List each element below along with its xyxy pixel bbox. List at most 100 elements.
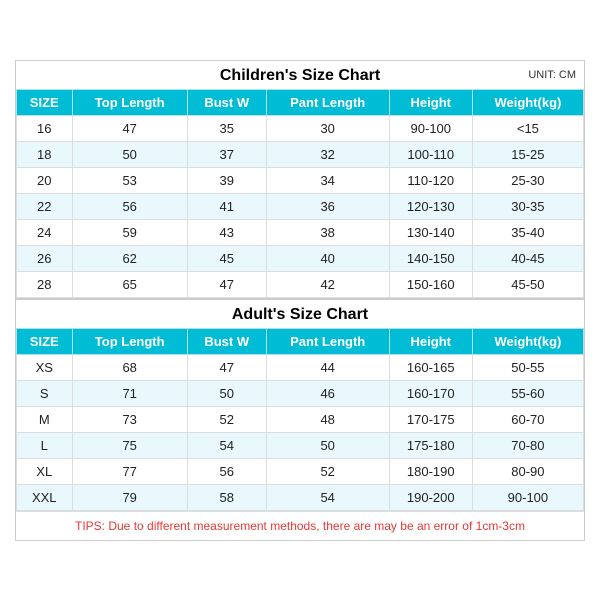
table-cell: 75 <box>72 432 187 458</box>
adult-header-top-length: Top Length <box>72 328 187 354</box>
header-weight: Weight(kg) <box>472 89 583 115</box>
table-row: 26624540140-15040-45 <box>17 245 584 271</box>
unit-label: UNIT: CM <box>528 69 576 81</box>
table-cell: 40 <box>266 245 389 271</box>
table-cell: 79 <box>72 484 187 510</box>
adult-header-size: SIZE <box>17 328 73 354</box>
table-cell: 20 <box>17 167 73 193</box>
table-cell: 44 <box>266 354 389 380</box>
table-cell: 32 <box>266 141 389 167</box>
table-cell: 50 <box>187 380 266 406</box>
table-cell: 160-165 <box>389 354 472 380</box>
adult-title-row: Adult's Size Chart <box>16 298 584 328</box>
table-cell: 45 <box>187 245 266 271</box>
table-cell: 30 <box>266 115 389 141</box>
table-cell: L <box>17 432 73 458</box>
table-row: M735248170-17560-70 <box>17 406 584 432</box>
table-cell: 18 <box>17 141 73 167</box>
table-cell: 52 <box>187 406 266 432</box>
table-cell: 58 <box>187 484 266 510</box>
table-cell: 175-180 <box>389 432 472 458</box>
table-row: 1647353090-100<15 <box>17 115 584 141</box>
table-cell: 110-120 <box>389 167 472 193</box>
children-header-row: SIZE Top Length Bust W Pant Length Heigh… <box>17 89 584 115</box>
adult-tbody: XS684744160-16550-55S715046160-17055-60M… <box>17 354 584 510</box>
table-row: XS684744160-16550-55 <box>17 354 584 380</box>
table-cell: 26 <box>17 245 73 271</box>
table-cell: 39 <box>187 167 266 193</box>
table-cell: <15 <box>472 115 583 141</box>
table-cell: 24 <box>17 219 73 245</box>
table-cell: 53 <box>72 167 187 193</box>
table-cell: 68 <box>72 354 187 380</box>
table-cell: 56 <box>187 458 266 484</box>
table-cell: 56 <box>72 193 187 219</box>
table-cell: 16 <box>17 115 73 141</box>
adult-header-bust-w: Bust W <box>187 328 266 354</box>
table-cell: 65 <box>72 271 187 297</box>
table-cell: 35 <box>187 115 266 141</box>
table-cell: 42 <box>266 271 389 297</box>
table-cell: 100-110 <box>389 141 472 167</box>
table-cell: 70-80 <box>472 432 583 458</box>
table-cell: 190-200 <box>389 484 472 510</box>
table-row: 22564136120-13030-35 <box>17 193 584 219</box>
table-cell: 77 <box>72 458 187 484</box>
table-cell: 43 <box>187 219 266 245</box>
adult-header-pant-length: Pant Length <box>266 328 389 354</box>
children-tbody: 1647353090-100<1518503732100-11015-25205… <box>17 115 584 297</box>
table-cell: 180-190 <box>389 458 472 484</box>
table-cell: 73 <box>72 406 187 432</box>
table-row: 20533934110-12025-30 <box>17 167 584 193</box>
table-cell: 50 <box>266 432 389 458</box>
table-cell: 62 <box>72 245 187 271</box>
table-row: 28654742150-16045-50 <box>17 271 584 297</box>
header-top-length: Top Length <box>72 89 187 115</box>
table-cell: 15-25 <box>472 141 583 167</box>
table-cell: 35-40 <box>472 219 583 245</box>
table-cell: XS <box>17 354 73 380</box>
table-cell: 90-100 <box>472 484 583 510</box>
table-cell: 28 <box>17 271 73 297</box>
tips-row: TIPS: Due to different measurement metho… <box>16 511 584 540</box>
table-row: S715046160-17055-60 <box>17 380 584 406</box>
adult-title: Adult's Size Chart <box>232 306 368 323</box>
table-cell: XL <box>17 458 73 484</box>
table-cell: 47 <box>187 271 266 297</box>
children-table: SIZE Top Length Bust W Pant Length Heigh… <box>16 89 584 298</box>
header-pant-length: Pant Length <box>266 89 389 115</box>
table-cell: 22 <box>17 193 73 219</box>
table-cell: 90-100 <box>389 115 472 141</box>
table-cell: 38 <box>266 219 389 245</box>
table-cell: 130-140 <box>389 219 472 245</box>
table-row: 24594338130-14035-40 <box>17 219 584 245</box>
table-row: L755450175-18070-80 <box>17 432 584 458</box>
table-cell: 140-150 <box>389 245 472 271</box>
table-cell: 54 <box>187 432 266 458</box>
table-cell: M <box>17 406 73 432</box>
adult-table: SIZE Top Length Bust W Pant Length Heigh… <box>16 328 584 511</box>
table-cell: 40-45 <box>472 245 583 271</box>
table-cell: 52 <box>266 458 389 484</box>
table-cell: 48 <box>266 406 389 432</box>
table-cell: 34 <box>266 167 389 193</box>
table-cell: 47 <box>187 354 266 380</box>
table-cell: 41 <box>187 193 266 219</box>
children-title-row: Children's Size Chart UNIT: CM <box>16 61 584 89</box>
table-row: XL775652180-19080-90 <box>17 458 584 484</box>
table-cell: 80-90 <box>472 458 583 484</box>
table-cell: 37 <box>187 141 266 167</box>
table-cell: 120-130 <box>389 193 472 219</box>
table-cell: 59 <box>72 219 187 245</box>
header-bust-w: Bust W <box>187 89 266 115</box>
children-title: Children's Size Chart <box>220 67 380 84</box>
table-cell: 71 <box>72 380 187 406</box>
table-cell: 150-160 <box>389 271 472 297</box>
table-cell: 60-70 <box>472 406 583 432</box>
table-cell: 55-60 <box>472 380 583 406</box>
header-height: Height <box>389 89 472 115</box>
table-cell: 47 <box>72 115 187 141</box>
adult-header-weight: Weight(kg) <box>472 328 583 354</box>
size-chart-container: Children's Size Chart UNIT: CM SIZE Top … <box>15 60 585 541</box>
table-cell: S <box>17 380 73 406</box>
